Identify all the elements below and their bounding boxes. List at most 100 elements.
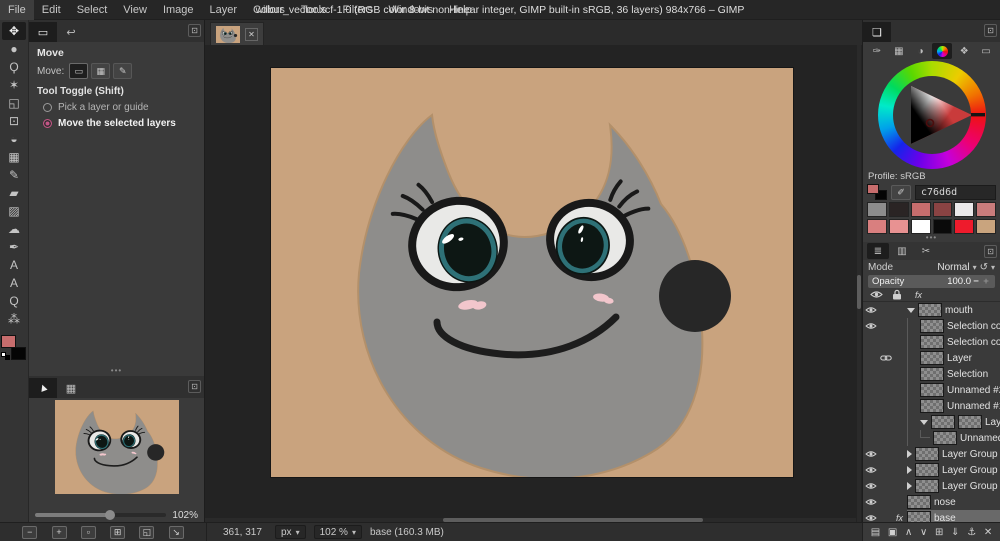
edit-color-button[interactable]: ✐ [891, 185, 911, 200]
crop-tool[interactable]: ◱ [2, 94, 26, 112]
layer-effects-icon[interactable]: fx [892, 513, 907, 522]
menu-edit[interactable]: Edit [34, 0, 69, 20]
tab-tool-options[interactable]: ▭ [29, 22, 57, 42]
expander-down-icon[interactable] [907, 308, 915, 313]
visibility-toggle[interactable] [863, 450, 879, 458]
move-path-button[interactable]: ✎ [113, 63, 132, 79]
zoom-fit-window-button[interactable]: ◱ [139, 526, 154, 539]
tab-navigation[interactable]: ▲ [29, 378, 57, 398]
palette-swatch[interactable] [933, 202, 953, 217]
smudge-tool[interactable]: ☁ [2, 220, 26, 238]
palette-swatch[interactable] [933, 219, 953, 234]
palettes-tab[interactable]: ❖ [954, 43, 974, 59]
zoom-out-button[interactable]: − [22, 526, 37, 539]
new-layer-button[interactable]: ▤ [871, 527, 880, 538]
canvas-image[interactable] [271, 68, 793, 477]
palette-swatch[interactable] [867, 219, 887, 234]
layer-thumbnail[interactable] [915, 463, 939, 477]
paths-tool[interactable]: ✒ [2, 238, 26, 256]
channels-tab[interactable]: ▥ [891, 243, 913, 259]
mode-switch-icon[interactable]: ↺ [980, 262, 988, 273]
layer-thumbnail[interactable] [918, 303, 942, 317]
palette-swatch[interactable] [976, 202, 996, 217]
layer-entry[interactable]: Layer Group #7 [907, 478, 1000, 494]
hue-marker[interactable] [971, 113, 985, 116]
dock-menu-button[interactable]: ⊡ [188, 24, 201, 37]
horizontal-scrollbar[interactable] [205, 518, 856, 522]
canvas-viewport[interactable] [205, 45, 862, 522]
layer-thumbnail[interactable] [920, 319, 944, 333]
layer-thumbnail[interactable] [958, 415, 982, 429]
delete-layer-button[interactable]: ✕ [984, 527, 992, 538]
layer-entry[interactable]: Layer Group #6 [907, 446, 1000, 462]
layer-entry[interactable]: Selection [907, 366, 1000, 382]
unit-select[interactable]: px▾ [275, 525, 306, 539]
move-tool[interactable]: ✥ [2, 22, 26, 40]
paths-tab[interactable]: ✂ [915, 243, 937, 259]
clone-tool[interactable]: ▨ [2, 202, 26, 220]
visibility-toggle[interactable] [863, 514, 879, 522]
layers-dock-menu-button[interactable]: ⊡ [984, 245, 997, 258]
ellipse-select-tool[interactable]: ● [2, 40, 26, 58]
fg-bg-mini-swatch[interactable] [867, 184, 887, 200]
swatch-splitter[interactable]: ••• [863, 235, 1000, 242]
gradient-tool[interactable]: ▦ [2, 148, 26, 166]
layers-tab[interactable]: ≣ [867, 243, 889, 259]
foreground-color-swatch[interactable] [1, 335, 16, 348]
tab-dockable[interactable]: ❏ [863, 22, 891, 42]
colors-tab[interactable] [932, 43, 952, 59]
dock-splitter[interactable]: ••• [29, 368, 204, 376]
layer-row[interactable]: Unnamed #19 [863, 398, 1000, 414]
menu-tools[interactable]: Tools [293, 0, 335, 20]
menu-image[interactable]: Image [155, 0, 202, 20]
palette-swatch[interactable] [911, 202, 931, 217]
navigation-preview[interactable] [55, 400, 179, 494]
new-group-button[interactable]: ▣ [888, 527, 897, 538]
layer-row[interactable]: Selection copy [863, 334, 1000, 350]
hex-color-input[interactable]: c76d6d [915, 185, 996, 200]
menu-select[interactable]: Select [69, 0, 116, 20]
radio-icon[interactable] [43, 103, 52, 112]
color-dock-menu-button[interactable]: ⊡ [984, 24, 997, 37]
zoom-in-button[interactable]: + [52, 526, 67, 539]
zoom-100-button[interactable]: ▫ [81, 526, 96, 539]
layer-row[interactable]: Layer [863, 350, 1000, 366]
menu-file[interactable]: File [0, 0, 34, 20]
eraser-tool[interactable]: ▰ [2, 184, 26, 202]
palette-swatch[interactable] [889, 219, 909, 234]
palette-swatch[interactable] [954, 202, 974, 217]
text-edit-tool[interactable]: A [2, 274, 26, 292]
brushes-tab[interactable]: ✑ [867, 43, 887, 59]
layer-entry[interactable]: Selection copy [907, 318, 1000, 334]
layer-thumbnail[interactable] [920, 351, 944, 365]
background-color-swatch[interactable] [11, 347, 26, 360]
layer-entry[interactable]: Unnamed #19 [907, 398, 1000, 414]
layer-entry[interactable]: mouth [907, 302, 1000, 318]
visibility-toggle[interactable] [863, 322, 879, 330]
layer-thumbnail[interactable] [931, 415, 955, 429]
layer-entry[interactable]: Unnamed #2 [907, 382, 1000, 398]
shrink-wrap-button[interactable]: ↘ [169, 526, 184, 539]
visibility-toggle[interactable] [863, 466, 879, 474]
chevron-down-icon[interactable]: ▾ [991, 263, 995, 272]
opacity-decrease-button[interactable]: − [971, 276, 981, 287]
text-tool[interactable]: A [2, 256, 26, 274]
palette-swatch[interactable] [889, 202, 909, 217]
palette-swatch[interactable] [954, 219, 974, 234]
images-tab[interactable]: ▭ [976, 43, 996, 59]
chain-icon[interactable] [879, 353, 892, 363]
layer-row[interactable]: Selection [863, 366, 1000, 382]
tab-histogram[interactable]: ▦ [57, 378, 85, 398]
navigator-zoom-slider[interactable] [35, 513, 166, 517]
layer-thumbnail[interactable] [920, 383, 944, 397]
zoom-select[interactable]: 102 %▾ [314, 525, 362, 539]
layer-entry[interactable]: Unnamed # [907, 430, 1000, 446]
close-icon[interactable]: ✕ [245, 28, 258, 41]
menu-colors[interactable]: Colors [245, 0, 293, 20]
measure-tool[interactable]: ⁂ [2, 310, 26, 328]
raise-layer-button[interactable]: ∧ [905, 527, 912, 538]
gradients-tab[interactable]: ◑ [911, 43, 931, 59]
layer-entry[interactable]: Layer Group #1 [907, 462, 1000, 478]
bucket-fill-tool[interactable]: ◒ [2, 130, 26, 148]
zoom-tool[interactable]: Q [2, 292, 26, 310]
